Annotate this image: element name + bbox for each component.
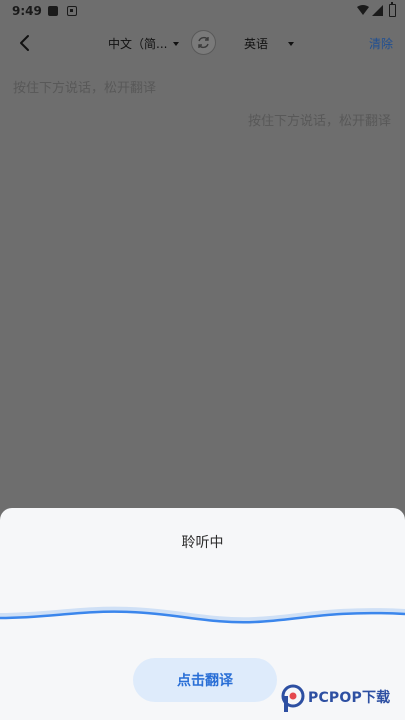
- chevron-down-icon: [288, 41, 295, 46]
- target-language-label: 英语: [244, 37, 269, 51]
- translate-toolbar: 中文（简... 英语 清除: [0, 24, 405, 62]
- swap-languages-button[interactable]: [191, 30, 216, 55]
- notification-icon: [48, 6, 58, 16]
- target-language-select[interactable]: 英语: [244, 35, 295, 52]
- source-language-label: 中文（简...: [108, 37, 168, 51]
- app-notification-icon: [67, 6, 77, 16]
- voice-waveform: [0, 606, 405, 624]
- swap-icon: [198, 36, 209, 49]
- target-text-area: 按住下方说话，松开翻译: [247, 114, 391, 129]
- battery-icon: [389, 2, 396, 17]
- source-text-area[interactable]: 按住下方说话，松开翻译: [13, 77, 156, 96]
- clear-button[interactable]: 清除: [369, 35, 393, 52]
- signal-icon: [372, 5, 383, 16]
- tap-to-translate-button[interactable]: 点击翻译: [133, 658, 277, 702]
- pcpop-logo-icon: [281, 684, 305, 712]
- chevron-down-icon: [173, 41, 180, 46]
- back-arrow-icon[interactable]: [14, 32, 36, 54]
- status-bar: 9:49: [0, 0, 405, 24]
- watermark-brand: PCPOP下载: [308, 690, 391, 706]
- pcpop-watermark: PCPOP下载: [280, 682, 405, 718]
- source-language-select[interactable]: 中文（简...: [108, 35, 180, 52]
- listening-title: 聆听中: [181, 535, 224, 551]
- wifi-icon: [357, 5, 369, 15]
- status-time: 9:49: [12, 4, 42, 18]
